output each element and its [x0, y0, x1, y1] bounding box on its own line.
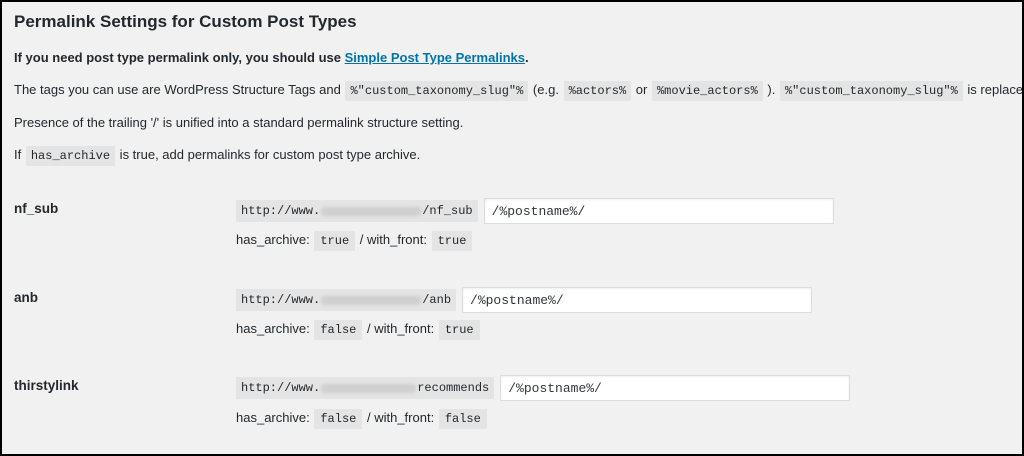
- with-front-label: / with_front:: [366, 410, 435, 425]
- permalink-field-row: http://www. recommends: [236, 375, 851, 401]
- base-url: http://www. /anb: [236, 289, 457, 311]
- base-url: http://www. recommends: [236, 377, 495, 399]
- permalink-field-row: http://www. /nf_sub: [236, 198, 834, 224]
- post-type-label: anb: [14, 290, 39, 305]
- settings-panel: Permalink Settings for Custom Post Types…: [0, 0, 1024, 456]
- with-front-value: true: [438, 320, 480, 340]
- tag-code-2: %actors%: [563, 81, 632, 101]
- permalink-input[interactable]: [500, 375, 851, 401]
- has-archive-label: has_archive:: [236, 232, 310, 247]
- has-archive-value: true: [314, 231, 356, 251]
- notice-line: If you need post type permalink only, yo…: [14, 48, 529, 68]
- has-archive-value: false: [314, 409, 363, 429]
- with-front-value: true: [431, 231, 473, 251]
- post-type-meta: has_archive: false / with_front: false: [236, 409, 488, 429]
- section-heading: Permalink Settings for Custom Post Types: [14, 12, 357, 31]
- url-prefix: http://www.: [241, 204, 321, 218]
- permalink-input[interactable]: [462, 287, 813, 313]
- with-front-label: / with_front:: [366, 321, 435, 336]
- tags-description: The tags you can use are WordPress Struc…: [14, 80, 1024, 101]
- with-front-value: false: [438, 409, 487, 429]
- url-suffix: /nf_sub: [422, 204, 473, 218]
- notice-end: .: [524, 50, 529, 65]
- tags-text-5: is replaced by: [967, 82, 1024, 97]
- notice-text: If you need post type permalink only, yo…: [14, 50, 345, 65]
- redacted-domain: [321, 383, 417, 393]
- tags-text-3: or: [632, 82, 651, 97]
- archive-note: If has_archive is true, add permalinks f…: [14, 145, 420, 166]
- url-prefix: http://www.: [241, 293, 321, 307]
- url-suffix: recommends: [417, 381, 490, 395]
- tags-text-4: ).: [763, 82, 779, 97]
- trailing-slash-note: Presence of the trailing '/' is unified …: [14, 115, 464, 130]
- has-archive-label: has_archive:: [236, 410, 310, 425]
- tag-code-4: %"custom_taxonomy_slug"%: [779, 81, 963, 101]
- url-suffix: /anb: [422, 293, 452, 307]
- post-type-label: thirstylink: [14, 378, 79, 393]
- redacted-domain: [321, 295, 422, 305]
- tags-text-2: (e.g.: [529, 82, 563, 97]
- permalink-input[interactable]: [483, 198, 834, 224]
- permalink-field-row: http://www. /anb: [236, 287, 813, 313]
- simple-permalinks-link[interactable]: Simple Post Type Permalinks: [345, 50, 525, 65]
- redacted-domain: [321, 206, 422, 216]
- url-prefix: http://www.: [241, 381, 321, 395]
- archive-text-2: is true, add permalinks for custom post …: [116, 147, 421, 162]
- post-type-meta: has_archive: false / with_front: true: [236, 320, 481, 340]
- archive-text-1: If: [14, 147, 25, 162]
- archive-code: has_archive: [25, 146, 116, 166]
- tags-text-1: The tags you can use are WordPress Struc…: [14, 82, 345, 97]
- tag-code-3: %movie_actors%: [651, 81, 763, 101]
- post-type-label: nf_sub: [14, 201, 59, 216]
- base-url: http://www. /nf_sub: [236, 200, 478, 222]
- has-archive-value: false: [314, 320, 363, 340]
- with-front-label: / with_front:: [359, 232, 427, 247]
- tag-code-1: %"custom_taxonomy_slug"%: [345, 81, 529, 101]
- has-archive-label: has_archive:: [236, 321, 310, 336]
- post-type-meta: has_archive: true / with_front: true: [236, 231, 473, 251]
